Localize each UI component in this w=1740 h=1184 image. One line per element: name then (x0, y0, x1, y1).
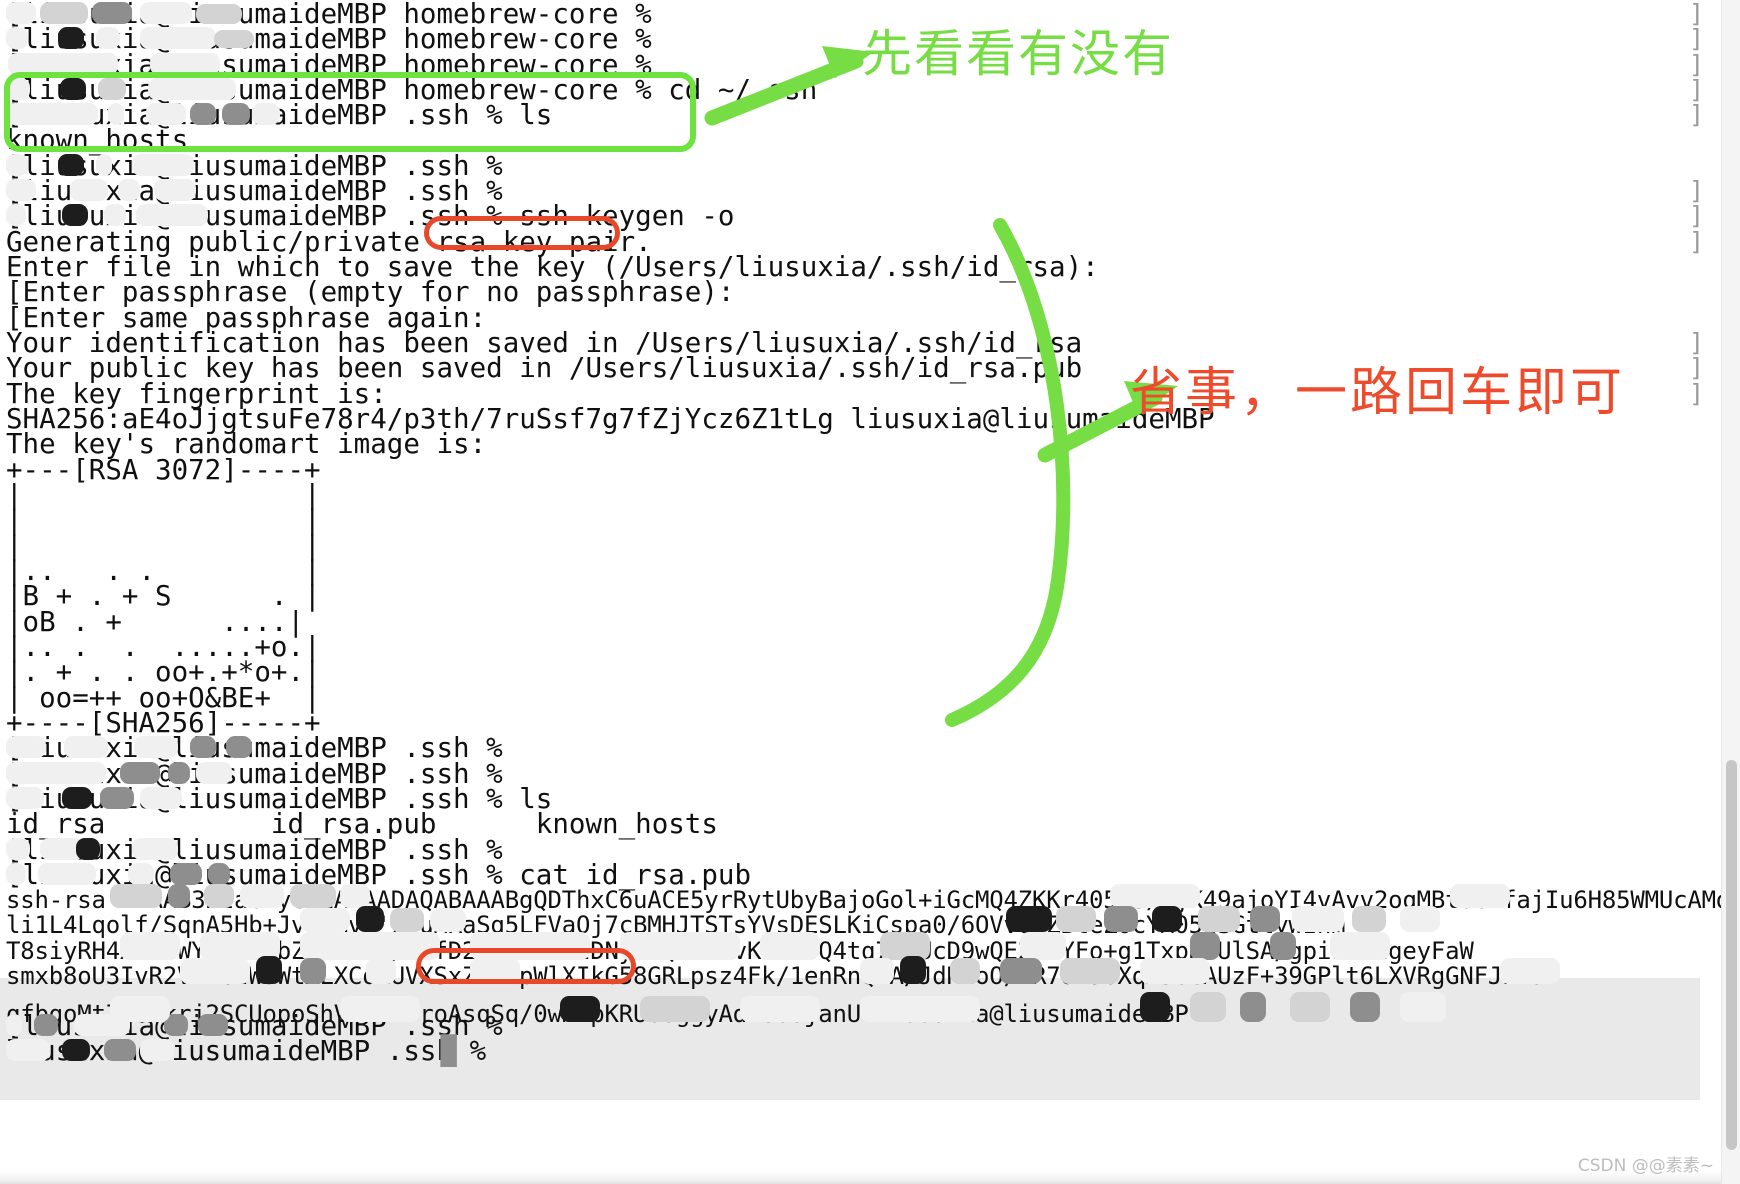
terminal-line: smxb8oU3IvR2VwlbIW3WtXLXCoLUVXSxZvkLpWlX… (6, 962, 1545, 990)
red-highlight-box-cat-pubkey (416, 948, 636, 984)
green-highlight-box (4, 72, 696, 152)
terminal-window: [liusuxia@liusumaideMBP homebrew-core % … (0, 0, 1740, 1184)
csdn-watermark: CSDN @@素素~ (1577, 1156, 1714, 1176)
line-wrap-marker: ] (1688, 379, 1704, 408)
terminal-line: qfbgoMt7Wuvkrj2SCUopoShVl4uN+roAsqSq/0wm… (6, 1000, 1189, 1028)
terminal-cursor: ▐▌ (432, 1035, 466, 1067)
terminal-line: [liusuxia@liusumaideMBP .ssh % cat id_rs… (6, 859, 752, 891)
red-annotation-text: 省事，一路回车即可 (1130, 363, 1626, 423)
terminal-line: liusuxia@liusumaideMBP .ssh % (6, 1035, 503, 1067)
green-annotation-text: 先看看有没有 (862, 25, 1174, 83)
line-wrap-marker: ] (1688, 353, 1704, 382)
terminal-line: ssh-rsa AAAAB3NzaC1yc2EAAAADAQABAAABgQDT… (6, 886, 1740, 914)
line-wrap-marker: ] (1688, 201, 1704, 230)
line-wrap-marker: ] (1688, 24, 1704, 53)
terminal-line: T8siyRH4XWs4WYDQzISbZwdAnHu/k5fD2w3gnzSa… (6, 937, 1474, 965)
terminal-line: li1L4Lqolf/SqnA5Hb+JvYkMvQ'/+uMRaSg5LFVa… (6, 911, 1346, 939)
red-highlight-box-ssh-keygen (424, 216, 620, 250)
terminal-output[interactable]: [liusuxia@liusumaideMBP homebrew-core % … (0, 0, 1740, 1184)
scrollbar-thumb[interactable] (1726, 760, 1737, 1150)
line-wrap-marker: ] (1688, 227, 1704, 256)
line-wrap-marker: ] (1688, 100, 1704, 129)
